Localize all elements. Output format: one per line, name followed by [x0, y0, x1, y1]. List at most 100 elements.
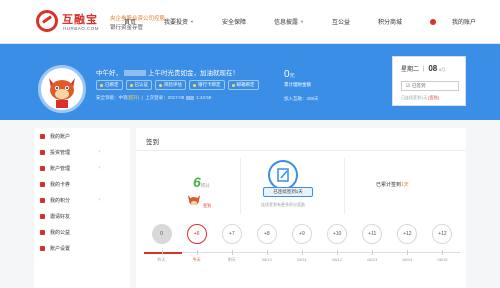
sign-day-label: 08/12 [332, 257, 343, 262]
sign-day-label: 08/11 [297, 257, 307, 262]
sign-day-circle: +12 [397, 224, 418, 244]
check-icon [231, 83, 235, 87]
chevron-right-icon: › [98, 149, 100, 155]
sidebar-item-invest-manage[interactable]: 投资管理 › [34, 144, 130, 160]
sign-day-label: 08/13 [367, 257, 378, 262]
chevron-down-icon: ▼ [299, 19, 304, 24]
sign-day-circle: +9 [292, 224, 312, 244]
timeline-tick [196, 250, 198, 255]
coupon-icon [40, 181, 45, 187]
user-icon [429, 18, 436, 25]
sidebar-item-points[interactable]: 我的积分 › [34, 192, 130, 208]
chevron-right-icon: › [98, 197, 100, 203]
panel-title: 签到 [146, 139, 159, 146]
avatar[interactable] [38, 65, 86, 113]
continuous-sign-text: 已连续签到1天 [签到] [401, 95, 439, 100]
timeline-tick [161, 250, 163, 255]
nav-item-security[interactable]: 安全保障 [208, 17, 246, 26]
fox-mascot-icon [188, 195, 200, 205]
checkbox-icon: ☑ [406, 83, 411, 88]
weekday-date: 星期二 ｜ 08 8月 [401, 64, 446, 73]
verification-badges: 已绑定 已认证 风险评估 银行卡绑定 邮箱绑定 [96, 80, 259, 90]
invite-icon [40, 213, 45, 219]
invest-amount: 0元 累计理财金额 [284, 69, 311, 87]
sign-day-label: 08/14 [402, 257, 413, 262]
check-icon [193, 83, 196, 87]
edit-icon [277, 168, 289, 182]
sign-day-circle: +7 [221, 224, 242, 244]
heart-icon [40, 229, 45, 235]
badge-verified[interactable]: 已认证 [125, 80, 152, 90]
sidebar-item-charity[interactable]: 我的公益 [34, 224, 130, 240]
brand-logo-icon[interactable] [36, 10, 58, 32]
divider [240, 158, 241, 214]
gear-icon [40, 245, 45, 251]
nav-item-disclosure[interactable]: 信息披露 ▼ [260, 17, 304, 26]
timeline-tick [442, 250, 444, 255]
sidebar-item-settings[interactable]: 账户设置 [34, 240, 130, 256]
days-joined: 加入互融：408天 [284, 96, 319, 101]
timeline-progress [144, 251, 182, 254]
nav-item-my-account[interactable]: 我的账户 [416, 17, 476, 26]
sign-status-pill: 已连续签到1天 [263, 187, 313, 197]
sign-in-card: 星期二 ｜ 08 8月 ☑ 已签到 已连续签到1天 [签到] [392, 56, 466, 106]
fox-mascot-icon [49, 78, 75, 108]
sidebar-item-coupons[interactable]: 我的卡券 [34, 176, 130, 192]
badge-bound[interactable]: 已绑定 [96, 80, 123, 90]
nav-item-charity[interactable]: 互公益 [318, 17, 350, 26]
divider [136, 150, 466, 151]
badge-email[interactable]: 邮箱绑定 [227, 80, 259, 90]
level-upgrade-link[interactable]: [提升] [128, 95, 140, 100]
sign-detail-link[interactable]: [签到] [428, 95, 438, 100]
timeline-tick [231, 250, 233, 255]
nav-item-points-mall[interactable]: 积分商城 [364, 17, 402, 26]
sign-calendar: 0 昨天 +6 今天 +7 明天 +8 08/10 +9 08/11 +10 08/12 +11 08/1… [144, 224, 460, 262]
chart-icon [40, 149, 45, 155]
badge-risk-assessment[interactable]: 风险评估 [155, 80, 186, 90]
top-nav-bar: 互融宝 HURBAO.COM 央企参股合资公司控股 银行资金存管 首页 我要投资… [0, 0, 500, 44]
divider [344, 158, 345, 214]
nav-item-invest[interactable]: 我要投资 ▼ [150, 17, 194, 26]
timeline-tick [407, 250, 409, 255]
mascot-label: 签到 [203, 203, 211, 208]
sign-day-label: 今天 [192, 257, 201, 262]
brand-domain: HURBAO.COM [63, 26, 100, 31]
badge-bank-card[interactable]: 银行卡绑定 [189, 80, 225, 90]
sign-day-circle: +6 [186, 224, 207, 244]
sign-in-panel: 签到 6积分 签到 已连续签到1天 连续签到有更多积分奖励 已累计签到1天 0 昨… [136, 128, 466, 288]
gift-icon [40, 197, 45, 203]
sign-in-circle-button[interactable] [268, 160, 298, 190]
sidebar: 我的账户 投资管理 › 账户管理 › 我的卡券 我的积分 › 邀请好友 我的公益 账户… [34, 128, 130, 288]
sidebar-item-invite[interactable]: 邀请好友 [34, 208, 130, 224]
timeline-tick [337, 250, 339, 255]
sign-day-label: 08/10 [261, 257, 272, 262]
accumulated-sign-days: 已累计签到1天 [376, 182, 409, 188]
check-icon [100, 83, 103, 87]
check-icon [129, 83, 133, 87]
sidebar-item-account-manage[interactable]: 账户管理 › [34, 160, 130, 176]
sign-day-circle: 0 [151, 224, 172, 244]
sign-day-label: 昨天 [157, 257, 166, 262]
points-earned: 6积分 [193, 174, 210, 190]
sign-day-circle: +11 [362, 224, 383, 244]
main-nav: 首页 我要投资 ▼ 安全保障 信息披露 ▼ 互公益 积分商城 我的账户 [96, 17, 476, 26]
brand-name[interactable]: 互融宝 [62, 11, 98, 27]
sign-day-label: 08/15 [437, 257, 448, 262]
signed-in-button[interactable]: ☑ 已签到 [401, 81, 459, 91]
user-icon [40, 133, 45, 139]
sign-day-label: 明天 [227, 257, 236, 262]
sidebar-item-my-account[interactable]: 我的账户 [34, 128, 130, 144]
security-level: 安全等级：中等[提升] | 上次登录：2017-08 1:42:58 [96, 95, 212, 100]
sign-day-circle: +10 [327, 224, 348, 244]
sign-tip: 连续签到有更多积分奖励 [261, 202, 305, 207]
masked-date [186, 95, 195, 100]
nav-item-home[interactable]: 首页 [110, 17, 136, 26]
chevron-down-icon: ▼ [189, 19, 194, 24]
timeline-tick [302, 250, 303, 255]
sign-day-circle: +8 [256, 224, 277, 244]
wallet-icon [40, 165, 45, 171]
greeting-text: 中午好， 上午时光贵如金，加油就现在！ [96, 70, 239, 77]
timeline-tick [266, 250, 268, 255]
chevron-right-icon: › [98, 165, 100, 171]
check-icon [159, 83, 162, 87]
